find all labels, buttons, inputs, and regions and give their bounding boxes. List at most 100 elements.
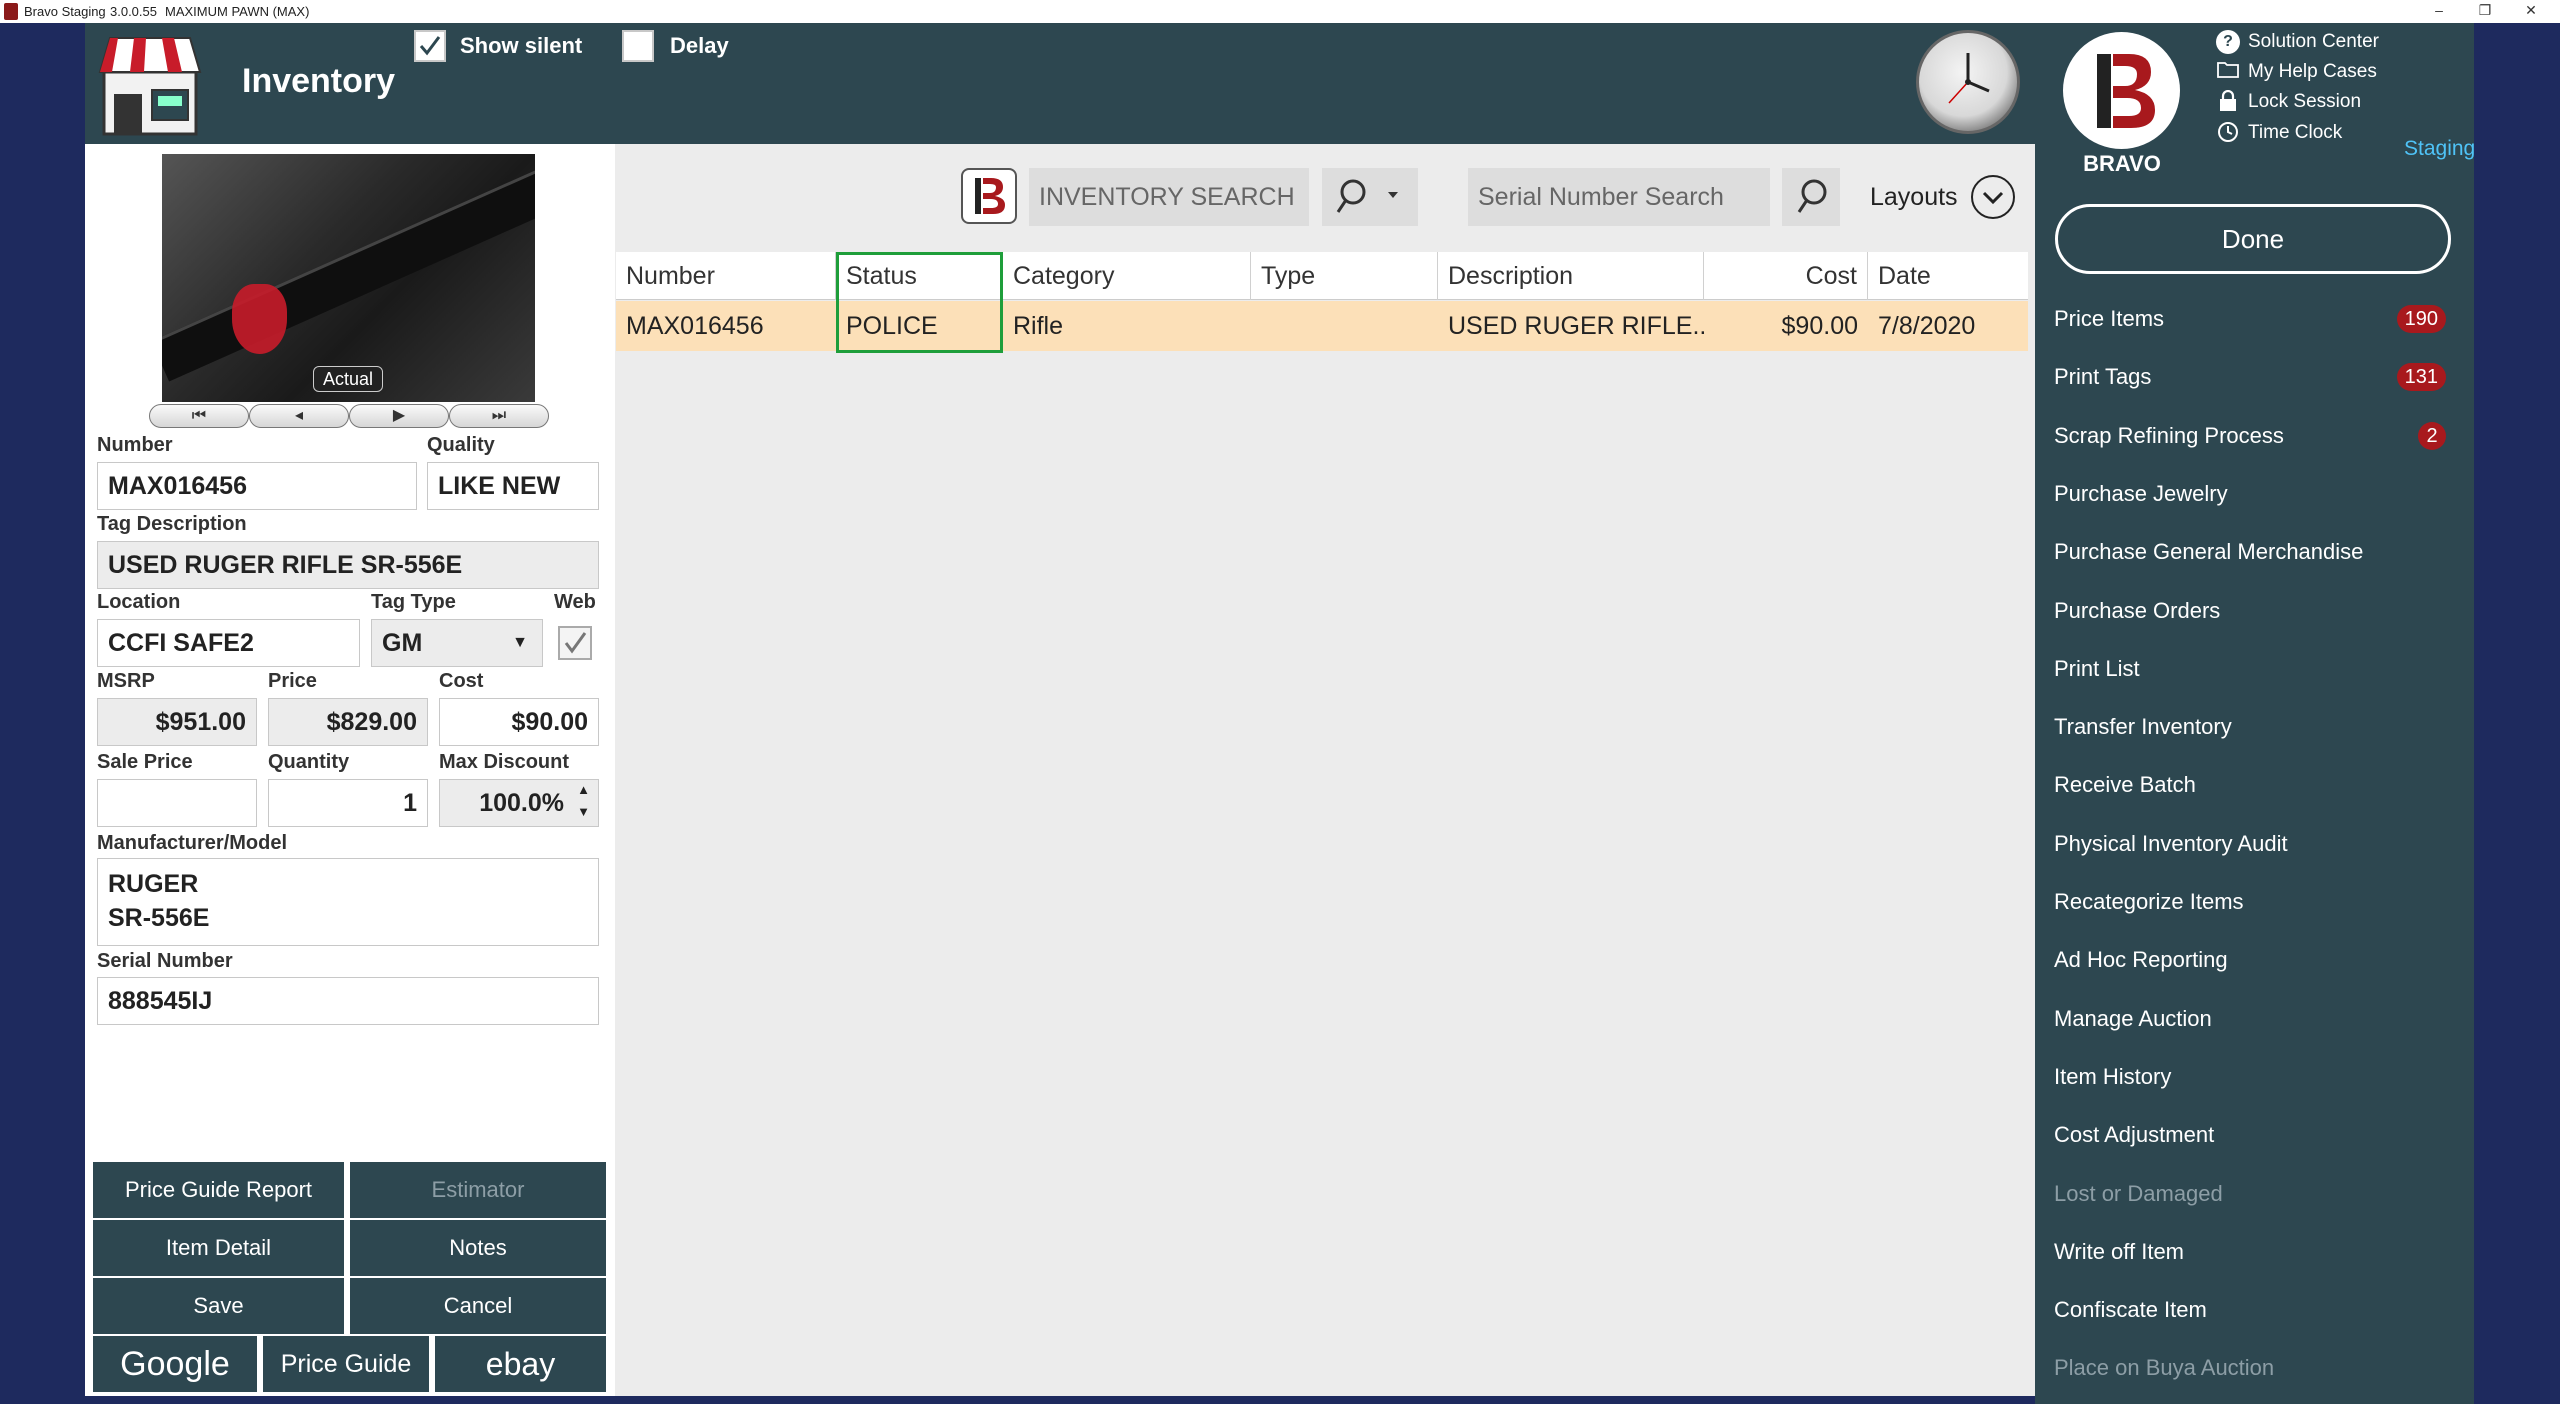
price-guide-report-button[interactable]: Price Guide Report — [93, 1162, 344, 1218]
menu-item-price-items[interactable]: Price Items 190 — [2054, 297, 2454, 341]
google-button[interactable]: Google — [93, 1336, 257, 1392]
column-header-date[interactable]: Date — [1868, 252, 2028, 300]
menu-item-receive-batch[interactable]: Receive Batch — [2054, 763, 2454, 807]
menu-item-purchase-jewelry[interactable]: Purchase Jewelry — [2054, 472, 2454, 516]
column-header-category[interactable]: Category — [1003, 252, 1251, 300]
notes-button[interactable]: Notes — [350, 1220, 606, 1276]
menu-item-recategorize-items[interactable]: Recategorize Items — [2054, 880, 2454, 924]
number-field[interactable]: MAX016456 — [97, 462, 417, 510]
menu-item-place-on-buya-auction[interactable]: Place on Buya Auction — [2054, 1346, 2454, 1390]
price-field[interactable]: $829.00 — [268, 698, 428, 746]
save-button[interactable]: Save — [93, 1278, 344, 1334]
sale-price-field[interactable] — [97, 779, 257, 827]
msrp-label: MSRP — [97, 670, 155, 692]
serial-number-field[interactable]: 888545IJ — [97, 977, 599, 1025]
menu-item-label: Write off Item — [2054, 1238, 2185, 1264]
column-header-type[interactable]: Type — [1251, 252, 1438, 300]
minimize-button[interactable]: – — [2416, 0, 2462, 23]
photo-first-button[interactable]: ⏮ — [149, 404, 249, 428]
dropdown-arrow-icon: ▼ — [512, 634, 528, 651]
menu-item-write-off-item[interactable]: Write off Item — [2054, 1230, 2454, 1274]
photo-prev-button[interactable]: ◂ — [249, 404, 349, 428]
layouts-label[interactable]: Layouts — [1870, 183, 1958, 212]
cell-date[interactable]: 7/8/2020 — [1868, 301, 2028, 351]
menu-item-scrap-refining-process[interactable]: Scrap Refining Process 2 — [2054, 414, 2454, 458]
photo-next-button[interactable]: ▶ — [349, 404, 449, 428]
ebay-button[interactable]: ebay — [435, 1336, 606, 1392]
store-name: MAXIMUM PAWN (MAX) — [165, 4, 310, 19]
photo-last-button[interactable]: ⏭ — [449, 404, 549, 428]
tag-description-field[interactable]: USED RUGER RIFLE SR-556E — [97, 541, 599, 589]
max-discount-stepper[interactable]: 100.0% ▲ ▼ — [439, 779, 599, 827]
column-header-number[interactable]: Number — [616, 252, 836, 300]
menu-item-label: Cost Adjustment — [2054, 1122, 2215, 1148]
menu-item-label: Purchase General Merchandise — [2054, 539, 2364, 565]
delay-checkbox[interactable] — [622, 30, 654, 62]
menu-item-label: Transfer Inventory — [2054, 714, 2232, 740]
clock-icon — [2216, 121, 2240, 145]
location-field[interactable]: CCFI SAFE2 — [97, 619, 360, 667]
menu-item-confiscate-item[interactable]: Confiscate Item — [2054, 1288, 2454, 1332]
quantity-field[interactable]: 1 — [268, 779, 428, 827]
column-header-description[interactable]: Description — [1438, 252, 1704, 300]
chevron-down-icon[interactable] — [1971, 175, 2015, 219]
menu-item-item-history[interactable]: Item History — [2054, 1055, 2454, 1099]
bravo-search-logo[interactable] — [961, 168, 1017, 224]
cell-cost[interactable]: $90.00 — [1704, 301, 1868, 351]
tag-type-select[interactable]: GM ▼ — [371, 619, 543, 667]
cell-category[interactable]: Rifle — [1003, 301, 1251, 351]
serial-search-input[interactable]: Serial Number Search — [1468, 168, 1770, 226]
menu-item-physical-inventory-audit[interactable]: Physical Inventory Audit — [2054, 822, 2454, 866]
cell-type[interactable] — [1251, 301, 1438, 351]
number-label: Number — [97, 434, 173, 456]
my-help-cases-label: My Help Cases — [2248, 61, 2377, 83]
cell-number[interactable]: MAX016456 — [616, 301, 836, 351]
done-button[interactable]: Done — [2055, 204, 2451, 274]
menu-item-cost-adjustment[interactable]: Cost Adjustment — [2054, 1113, 2454, 1157]
close-button[interactable]: ✕ — [2508, 0, 2554, 23]
photo-actual-badge: Actual — [313, 366, 383, 392]
left-margin — [0, 23, 85, 1404]
show-silent-label[interactable]: Show silent — [460, 33, 582, 59]
quality-field[interactable]: LIKE NEW — [427, 462, 599, 510]
lock-session-link[interactable]: Lock Session — [2216, 89, 2361, 114]
msrp-field[interactable]: $951.00 — [97, 698, 257, 746]
price-guide-button[interactable]: Price Guide — [263, 1336, 429, 1392]
menu-item-lost-or-damaged[interactable]: Lost or Damaged — [2054, 1172, 2454, 1216]
app-version: 3.0.0.55 — [110, 4, 157, 19]
model-value: SR-556E — [108, 904, 210, 932]
menu-item-print-list[interactable]: Print List — [2054, 647, 2454, 691]
serial-search-button[interactable] — [1782, 168, 1840, 226]
menu-item-purchase-orders[interactable]: Purchase Orders — [2054, 589, 2454, 633]
column-header-cost[interactable]: Cost — [1704, 252, 1868, 300]
item-detail-button[interactable]: Item Detail — [93, 1220, 344, 1276]
show-silent-checkbox[interactable] — [414, 30, 446, 62]
web-checkbox[interactable] — [558, 626, 592, 660]
my-help-cases-link[interactable]: My Help Cases — [2216, 60, 2377, 84]
stepper-down-icon[interactable]: ▼ — [577, 804, 590, 820]
question-icon: ? — [2216, 30, 2240, 54]
bravo-logo — [2063, 32, 2180, 149]
delay-label[interactable]: Delay — [670, 33, 729, 59]
manufacturer-model-field[interactable]: RUGER SR-556E — [97, 858, 599, 946]
menu-item-label: Lost or Damaged — [2054, 1180, 2223, 1206]
stepper-up-icon[interactable]: ▲ — [577, 782, 590, 798]
cost-field[interactable]: $90.00 — [439, 698, 599, 746]
menu-item-label: Price Items — [2054, 306, 2165, 331]
web-label: Web — [554, 591, 596, 613]
inventory-search-button[interactable] — [1322, 168, 1418, 226]
time-clock-link[interactable]: Time Clock — [2216, 121, 2342, 145]
right-margin — [2474, 23, 2560, 1404]
solution-center-link[interactable]: ? Solution Center — [2216, 30, 2379, 54]
menu-item-manage-auction[interactable]: Manage Auction — [2054, 997, 2454, 1041]
cell-description[interactable]: USED RUGER RIFLE... — [1438, 301, 1704, 351]
estimator-button[interactable]: Estimator — [350, 1162, 606, 1218]
inventory-search-input[interactable]: INVENTORY SEARCH — [1029, 168, 1309, 226]
cancel-button[interactable]: Cancel — [350, 1278, 606, 1334]
restore-button[interactable]: ❐ — [2462, 0, 2508, 23]
menu-item-purchase-general-merchandise[interactable]: Purchase General Merchandise — [2054, 530, 2454, 574]
menu-item-transfer-inventory[interactable]: Transfer Inventory — [2054, 705, 2454, 749]
menu-item-print-tags[interactable]: Print Tags 131 — [2054, 355, 2454, 399]
menu-item-label: Receive Batch — [2054, 772, 2196, 798]
menu-item-ad-hoc-reporting[interactable]: Ad Hoc Reporting — [2054, 938, 2454, 982]
